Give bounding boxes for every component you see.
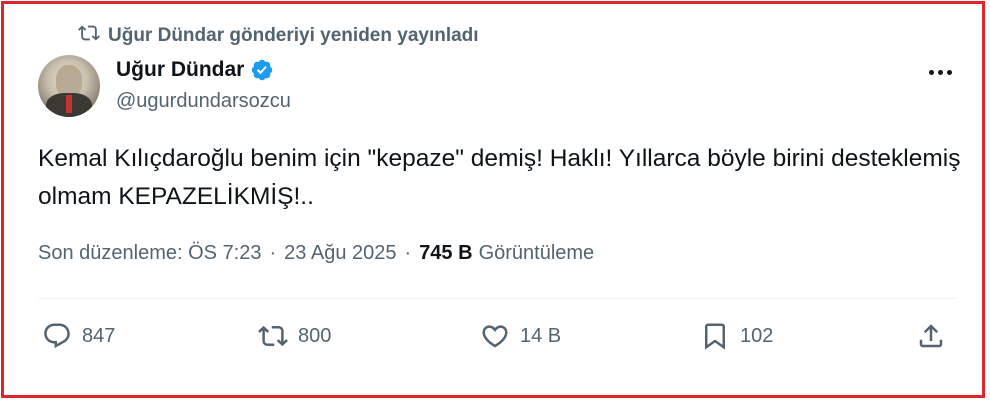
divider [38, 298, 956, 299]
author-handle[interactable]: @ugurdundarsozcu [116, 90, 291, 113]
repost-button[interactable]: 800 [258, 318, 331, 354]
tweet-text: Kemal Kılıçdaroğlu benim için "kepaze" d… [38, 145, 961, 210]
verified-badge-icon [250, 58, 274, 82]
views-count: 745 B [419, 242, 473, 264]
reply-icon [42, 321, 72, 351]
edited-label[interactable]: Son düzenleme: [38, 242, 183, 265]
author-name-row[interactable]: Uğur Dündar [116, 58, 274, 82]
repost-icon [78, 22, 100, 50]
bookmark-icon [700, 321, 730, 351]
repost-header[interactable]: Uğur Dündar gönderiyi yeniden yayınladı [78, 22, 479, 50]
tweet-time[interactable]: ÖS 7:23 [188, 242, 261, 265]
repost-text: Uğur Dündar gönderiyi yeniden yayınladı [108, 25, 479, 46]
like-count: 14 B [520, 324, 562, 347]
action-bar: 847 800 14 B 102 [38, 318, 956, 354]
meta-separator-2: · [404, 242, 412, 264]
tweet-date[interactable]: 23 Ağu 2025 [284, 242, 396, 265]
reply-count: 847 [82, 324, 116, 347]
tweet-meta: Son düzenleme: ÖS 7:23 · 23 Ağu 2025 · 7… [38, 242, 594, 265]
like-button[interactable]: 14 B [480, 318, 561, 354]
reply-button[interactable]: 847 [42, 318, 115, 354]
share-icon [916, 321, 946, 351]
author-name[interactable]: Uğur Dündar [116, 58, 244, 82]
bookmark-button[interactable]: 102 [700, 318, 773, 354]
views-label: Görüntüleme [478, 242, 595, 264]
more-options-icon[interactable] [924, 60, 956, 84]
avatar[interactable] [38, 55, 100, 117]
share-button[interactable] [916, 318, 946, 354]
bookmark-count: 102 [740, 324, 774, 347]
repost-count: 800 [298, 324, 332, 347]
heart-icon [480, 321, 510, 351]
repost-action-icon [258, 321, 288, 351]
meta-separator: · [269, 242, 277, 264]
